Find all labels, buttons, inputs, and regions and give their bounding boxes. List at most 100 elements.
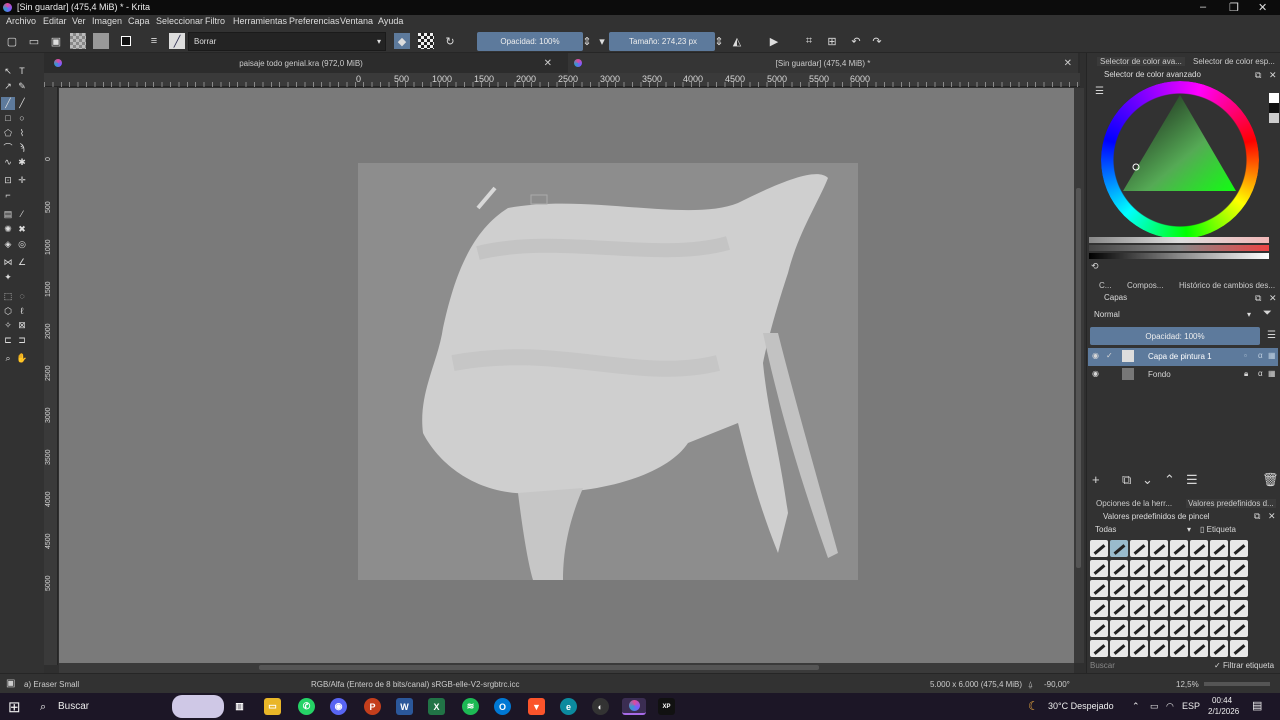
brush-preset-item[interactable]	[1150, 600, 1168, 617]
eye-icon[interactable]: ◉	[1092, 351, 1099, 360]
move-up-icon[interactable]: ⌃	[1164, 472, 1175, 488]
add-layer-icon[interactable]: +	[1092, 472, 1100, 487]
color-slider-2[interactable]	[1089, 245, 1269, 251]
multibrush-icon[interactable]: ✱	[16, 156, 28, 168]
brush-preset-item[interactable]	[1170, 600, 1188, 617]
calligraphy-icon[interactable]: ✎	[16, 80, 28, 92]
menu-ventana[interactable]: Ventana	[340, 16, 373, 26]
layer-row[interactable]: ◉ ✓ Capa de pintura 1 ▫ α ▦	[1088, 348, 1278, 366]
filter-icon[interactable]: ⏷	[1263, 307, 1272, 320]
spotify-icon[interactable]: ≋	[462, 698, 479, 715]
brush-preset-item[interactable]	[1210, 600, 1228, 617]
brush-preset-item[interactable]	[1150, 540, 1168, 557]
brush-preset-item[interactable]	[1210, 560, 1228, 577]
discord-icon[interactable]: ◉	[330, 698, 347, 715]
preset-search-input[interactable]: Buscar	[1090, 661, 1115, 670]
word-icon[interactable]: W	[396, 698, 413, 715]
brush-preset-item[interactable]	[1090, 540, 1108, 557]
zoom-level[interactable]: 12,5%	[1176, 680, 1199, 689]
brush-preset-item[interactable]	[1090, 620, 1108, 637]
close-docker-icon[interactable]: ✕	[1269, 293, 1277, 304]
undo-icon[interactable]: ↶	[848, 33, 864, 49]
ellipse-tool-icon[interactable]: ○	[16, 112, 28, 124]
tab-document-2[interactable]: [Sin guardar] (475,4 MiB) * ✕	[568, 53, 1078, 73]
layer-opacity-slider[interactable]: Opacidad: 100%	[1090, 327, 1260, 345]
brush-preset-item[interactable]	[1110, 620, 1128, 637]
brush-preset-item[interactable]	[1170, 580, 1188, 597]
powerpoint-icon[interactable]: P	[364, 698, 381, 715]
opacity-slider[interactable]: Opacidad: 100%	[477, 32, 583, 51]
brush-preset-item[interactable]	[1130, 560, 1148, 577]
menu-archivo[interactable]: Archivo	[6, 16, 36, 26]
gradient-swatch-icon[interactable]	[93, 33, 109, 49]
assistant-tool-icon[interactable]: ⋈	[2, 256, 14, 268]
brush-preset-item[interactable]	[1090, 560, 1108, 577]
close-docker-icon[interactable]: ✕	[1269, 70, 1277, 81]
measure-tool-icon[interactable]: ∠	[16, 256, 28, 268]
brush-preset-item[interactable]	[1230, 620, 1248, 637]
brush-preset-item[interactable]	[1170, 620, 1188, 637]
ellipse-select-icon[interactable]: ◌	[16, 290, 28, 302]
brush-preset-item[interactable]	[1150, 620, 1168, 637]
xp-pen-icon[interactable]: XP	[658, 698, 675, 715]
duplicate-layer-icon[interactable]: ⧉	[1122, 472, 1131, 488]
canvas-document[interactable]	[358, 163, 858, 580]
contiguous-select-icon[interactable]: ✧	[2, 319, 14, 331]
crop-tool-icon[interactable]: ⌐	[2, 189, 14, 201]
tab-c[interactable]: C...	[1099, 281, 1111, 290]
chevron-down-icon[interactable]: ▾	[594, 33, 610, 49]
menu-seleccionar[interactable]: Seleccionar	[156, 16, 203, 26]
dynamic-brush-icon[interactable]: ∿	[2, 156, 14, 168]
mirror-horizontal-icon[interactable]: ◭	[729, 33, 745, 49]
scrollbar-thumb[interactable]	[259, 665, 819, 670]
vertical-scrollbar[interactable]	[1074, 88, 1084, 663]
brush-preset-item[interactable]	[1210, 540, 1228, 557]
bezier-tool-icon[interactable]: ⌒	[2, 141, 14, 153]
preserve-alpha-icon[interactable]	[418, 33, 434, 49]
menu-filtro[interactable]: Filtro	[205, 16, 225, 26]
brush-preset-item[interactable]	[1150, 580, 1168, 597]
excel-icon[interactable]: X	[428, 698, 445, 715]
brush-preset-item[interactable]	[1230, 580, 1248, 597]
brush-preset-item[interactable]	[1110, 540, 1128, 557]
smart-patch-icon[interactable]: ✖	[16, 223, 28, 235]
tab-advanced-color[interactable]: Selector de color ava...	[1097, 57, 1185, 66]
language-indicator[interactable]: ESP	[1182, 701, 1200, 711]
tray-chevron-icon[interactable]: ⌃	[1132, 701, 1140, 712]
tab-specific-color[interactable]: Selector de color esp...	[1193, 57, 1275, 66]
size-stepper-icon[interactable]: ⇕	[714, 33, 723, 49]
brush-preset-item[interactable]	[1110, 600, 1128, 617]
freehand-brush-icon[interactable]: ╱	[1, 97, 15, 110]
color-picker-icon[interactable]: ⁄	[16, 208, 28, 220]
enclose-fill-icon[interactable]: ◎	[16, 238, 28, 250]
brush-preset-item[interactable]	[1090, 600, 1108, 617]
brush-preset-item[interactable]	[1210, 620, 1228, 637]
close-tab-icon[interactable]: ✕	[544, 58, 552, 69]
color-history-swatches[interactable]	[1269, 93, 1279, 123]
rect-select-icon[interactable]: ⬚	[2, 290, 14, 302]
fill-tool-icon[interactable]: ◈	[2, 238, 14, 250]
brush-preset-item[interactable]	[1110, 580, 1128, 597]
brush-preset-item[interactable]	[1210, 580, 1228, 597]
windows-start-icon[interactable]: ⊞	[8, 698, 21, 716]
polygon-tool-icon[interactable]: ⬠	[2, 127, 14, 139]
gradient-tool-icon[interactable]: ▤	[2, 208, 14, 220]
horizontal-scrollbar[interactable]	[59, 663, 1074, 673]
tab-composition[interactable]: Compos...	[1127, 281, 1163, 290]
brush-preset-item[interactable]	[1130, 640, 1148, 657]
pan-tool-icon[interactable]: ✋	[16, 352, 28, 364]
alpha-icon[interactable]: α	[1258, 369, 1263, 378]
brush-preset-item[interactable]	[1150, 560, 1168, 577]
blend-mode-select[interactable]: Borrar ▾	[188, 32, 386, 51]
brush-preset-item[interactable]	[1170, 540, 1188, 557]
brush-preset-item[interactable]	[1190, 640, 1208, 657]
tag-select[interactable]: ▯ Etiqueta	[1200, 525, 1236, 534]
wrap-around-icon[interactable]: ⊞	[824, 33, 840, 49]
close-tab-icon[interactable]: ✕	[1064, 58, 1072, 69]
float-docker-icon[interactable]: ⧉	[1254, 511, 1260, 522]
freehand-select-icon[interactable]: ℓ	[16, 305, 28, 317]
brush-preset-item[interactable]	[1110, 640, 1128, 657]
edit-shape-icon[interactable]: ↗	[2, 80, 14, 92]
eraser-mode-icon[interactable]: ◆	[394, 33, 410, 49]
tab-brush-presets[interactable]: Valores predefinidos d...	[1186, 499, 1276, 508]
